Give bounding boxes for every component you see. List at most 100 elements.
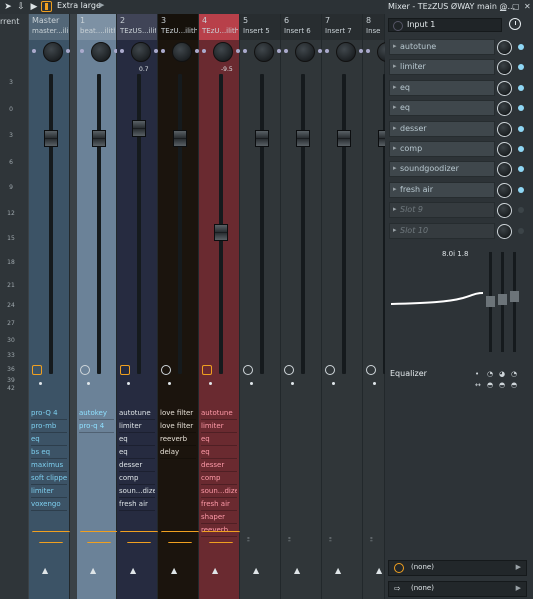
route-icon[interactable]: ⍛ xyxy=(328,533,333,543)
fx-slot[interactable]: comp xyxy=(119,472,155,485)
mute-led-icon[interactable] xyxy=(120,49,124,53)
mix-knob[interactable] xyxy=(497,40,512,55)
route-icon[interactable] xyxy=(80,531,118,543)
fx-slot[interactable]: eq xyxy=(31,433,67,446)
route-icon[interactable]: ⍛ xyxy=(369,533,374,543)
stereo-arrows-icon[interactable]: ↔ xyxy=(475,381,481,389)
slot-enable-led[interactable] xyxy=(518,105,524,112)
band-knob-icon[interactable]: ◓ xyxy=(499,381,505,389)
pan-knob[interactable] xyxy=(254,42,274,62)
effect-slot[interactable]: ▸ comp xyxy=(389,141,495,157)
fx-slot[interactable]: desser xyxy=(201,459,237,472)
fx-slot[interactable]: autotune xyxy=(201,407,237,420)
fx-slot[interactable]: delay xyxy=(160,446,196,459)
volume-fader[interactable] xyxy=(337,130,351,147)
send-arrow-icon[interactable]: ➤ xyxy=(3,2,13,12)
fx-slot[interactable]: autokey xyxy=(79,407,114,420)
mix-knob[interactable] xyxy=(497,203,512,219)
pan-knob[interactable] xyxy=(91,42,111,62)
link-icon[interactable] xyxy=(32,365,42,375)
effect-slot[interactable]: ▸ eq xyxy=(389,100,495,117)
strip-header[interactable]: 4 TEzU...ilith xyxy=(199,14,239,40)
latency-clock-icon[interactable] xyxy=(509,18,521,30)
slot-enable-led[interactable] xyxy=(518,44,524,50)
fx-slot[interactable]: limiter xyxy=(119,420,155,433)
mix-knob[interactable] xyxy=(497,60,512,76)
input-selector[interactable]: Input 1 xyxy=(388,18,502,32)
fader-track[interactable] xyxy=(301,74,305,374)
strip-header[interactable]: 8 Inse xyxy=(363,14,384,40)
mute-led-icon[interactable] xyxy=(366,49,370,53)
fx-slot[interactable]: eq xyxy=(119,446,155,459)
band-knob-icon[interactable]: ◔ xyxy=(487,370,493,378)
output-selector-2[interactable]: ⇨ (none) ▶ xyxy=(388,581,527,597)
fx-slot[interactable]: soun...dizer xyxy=(119,485,155,498)
send-up-icon[interactable]: ▲ xyxy=(253,566,259,575)
fx-slot[interactable]: pro-mb xyxy=(31,420,67,433)
mute-led-icon[interactable] xyxy=(284,49,288,53)
fx-slot[interactable]: comp xyxy=(201,472,237,485)
fader-track[interactable] xyxy=(178,74,182,374)
fx-slot[interactable]: bs eq xyxy=(31,446,67,459)
pan-knob[interactable] xyxy=(213,42,233,62)
strip-header[interactable]: 2 TEzUS...ilith xyxy=(117,14,157,40)
fx-slot[interactable]: eq xyxy=(119,433,155,446)
volume-fader[interactable] xyxy=(44,130,58,147)
route-icon[interactable] xyxy=(202,531,240,543)
layout-icon[interactable] xyxy=(41,1,52,12)
fx-slot[interactable]: pro-Q 4 xyxy=(31,407,67,420)
strip-header[interactable]: 7 Insert 7 xyxy=(322,14,362,40)
send-up-icon[interactable]: ▲ xyxy=(130,566,136,575)
mixer-strip[interactable]: 4 TEzU...ilith -9.5 autotune limiter eq eq dess… xyxy=(199,14,240,599)
effect-slot[interactable]: ▸ soundgoodizer xyxy=(389,161,495,178)
fx-slot[interactable]: limiter xyxy=(31,485,67,498)
effect-slot[interactable]: ▸ Slot 9 xyxy=(389,202,495,219)
volume-fader[interactable] xyxy=(173,130,187,147)
send-up-icon[interactable]: ▲ xyxy=(212,566,218,575)
band-knob-icon[interactable]: ◓ xyxy=(487,381,493,389)
mix-knob[interactable] xyxy=(497,80,512,96)
slot-enable-led[interactable] xyxy=(518,207,524,214)
mixer-strip[interactable]: Master master...ilith pro-Q 4pro-mbeqbs eq… xyxy=(29,14,70,599)
fader-track[interactable] xyxy=(49,74,53,374)
pan-knob[interactable] xyxy=(295,42,315,62)
route-icon[interactable]: ⍛ xyxy=(246,533,251,543)
equalizer-area[interactable]: 8.0i 1.8 xyxy=(388,246,528,356)
fader-track[interactable] xyxy=(342,74,346,374)
fx-slot[interactable]: fresh air xyxy=(201,498,237,511)
fx-slot[interactable]: soun...dizer xyxy=(201,485,237,498)
mix-knob[interactable] xyxy=(497,162,512,178)
mute-led-icon[interactable] xyxy=(80,49,84,53)
mute-led-icon[interactable] xyxy=(66,49,70,53)
fx-slot[interactable]: reeverb xyxy=(160,433,196,446)
fx-slot[interactable]: love filter xyxy=(160,420,196,433)
mute-led-icon[interactable] xyxy=(161,49,165,53)
pan-knob[interactable] xyxy=(336,42,356,62)
send-up-icon[interactable]: ▲ xyxy=(294,566,300,575)
strip-header[interactable]: 1 beat....ilith xyxy=(77,14,116,40)
slot-enable-led[interactable] xyxy=(518,64,524,71)
fx-slot[interactable]: limiter xyxy=(201,420,237,433)
mix-knob[interactable] xyxy=(497,121,512,137)
route-icon[interactable]: ⍛ xyxy=(287,533,292,543)
slot-enable-led[interactable] xyxy=(518,125,524,132)
link-icon[interactable] xyxy=(202,365,212,375)
link-icon[interactable] xyxy=(366,365,376,375)
strip-header[interactable]: 3 TEzU...ilith xyxy=(158,14,198,40)
fx-slot[interactable]: eq xyxy=(201,433,237,446)
mix-knob[interactable] xyxy=(497,101,512,117)
fx-slot[interactable]: shaper xyxy=(201,511,237,524)
close-button[interactable]: ✕ xyxy=(524,2,531,11)
route-icon[interactable] xyxy=(161,531,199,543)
mixer-strip[interactable]: 5 Insert 5 ⍛ ▲ xyxy=(240,14,281,599)
band-knob-icon[interactable]: ◔ xyxy=(511,370,517,378)
maximize-button[interactable]: ▢ xyxy=(512,2,520,11)
effect-slot[interactable]: ▸ Slot 10 xyxy=(389,222,495,239)
fader-track[interactable] xyxy=(97,74,101,374)
band-dot-icon[interactable]: • xyxy=(475,370,479,378)
mix-knob[interactable] xyxy=(497,142,512,157)
fader-track[interactable] xyxy=(260,74,264,374)
link-icon[interactable] xyxy=(161,365,171,375)
fx-slot[interactable]: pro-q 4 xyxy=(79,420,114,433)
slot-enable-led[interactable] xyxy=(518,146,524,152)
